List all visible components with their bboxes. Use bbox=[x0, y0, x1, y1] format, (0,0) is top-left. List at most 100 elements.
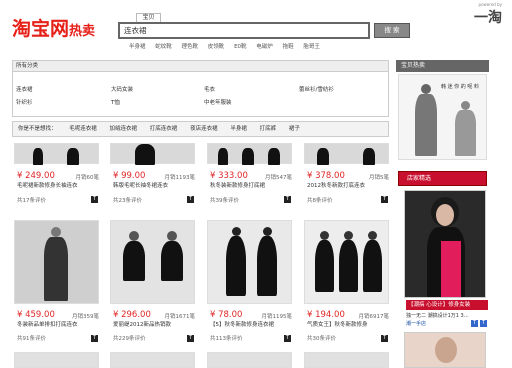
product-image[interactable] bbox=[207, 220, 292, 304]
product-card[interactable]: ¥ 249.00 月销60笔 毛呢裙新款修身长袖连衣 共17条评价 bbox=[17, 171, 99, 204]
hot-word[interactable]: 半身裙 bbox=[129, 44, 146, 50]
hot-word[interactable]: 电磁炉 bbox=[256, 44, 273, 50]
etao-brand[interactable]: powered by 一淘 bbox=[474, 2, 502, 27]
suggestion-link[interactable]: 毛呢连衣裙 bbox=[69, 126, 97, 132]
product-reviews[interactable]: 共39条评价 bbox=[210, 196, 292, 204]
product-price: ¥ 194.00 bbox=[307, 310, 345, 320]
suggestion-link[interactable]: 裙子 bbox=[289, 126, 300, 132]
product-title[interactable]: 【5】秋冬新款修身连衣裙 bbox=[210, 320, 292, 328]
product-image[interactable] bbox=[304, 352, 389, 368]
promo-shop-link[interactable]: 潮一手店 bbox=[406, 320, 426, 327]
sidebar-ad-image[interactable]: 韩 迷 你 的 呢 料 bbox=[398, 74, 487, 160]
hot-word[interactable]: 蛇纹靴 bbox=[155, 44, 172, 50]
product-sales: 月销1671笔 bbox=[164, 314, 196, 320]
taobao-logo[interactable]: 淘宝网热卖 bbox=[12, 14, 95, 41]
cart-icon[interactable]: T bbox=[284, 196, 291, 203]
suggestion-link[interactable]: 打底连衣裙 bbox=[150, 126, 178, 132]
cart-icon[interactable]: T bbox=[91, 196, 98, 203]
category-title: 所有分类 bbox=[13, 61, 388, 72]
sidebar-title: 宝贝热卖 bbox=[396, 60, 489, 72]
product-image[interactable] bbox=[304, 143, 389, 165]
search-button[interactable]: 搜 索 bbox=[374, 23, 410, 38]
hot-word[interactable]: 胎哥王 bbox=[303, 44, 320, 50]
product-title[interactable]: 2012秋冬新款打底连衣 bbox=[307, 181, 389, 189]
product-reviews[interactable]: 共113条评价 bbox=[210, 334, 292, 342]
product-title[interactable]: 韩版毛呢长袖冬裙连衣 bbox=[113, 181, 195, 189]
hot-word[interactable]: 拖鞋 bbox=[283, 44, 294, 50]
product-reviews[interactable]: 共91条评价 bbox=[17, 334, 99, 342]
product-reviews[interactable]: 共23条评价 bbox=[113, 196, 195, 204]
shop-promo-image[interactable] bbox=[404, 190, 486, 298]
product-image[interactable] bbox=[14, 220, 99, 304]
product-price: ¥ 459.00 bbox=[17, 310, 55, 320]
product-price: ¥ 333.00 bbox=[210, 171, 248, 181]
product-image[interactable] bbox=[207, 143, 292, 165]
product-card[interactable]: ¥ 99.00 月销1193笔 韩版毛呢长袖冬裙连衣 共23条评价 bbox=[113, 171, 195, 204]
search-input[interactable]: 连衣裙 bbox=[118, 22, 370, 39]
product-reviews[interactable]: 共229条评价 bbox=[113, 334, 195, 342]
category-item[interactable]: 毛衣 bbox=[204, 85, 215, 93]
product-card[interactable]: ¥ 459.00 月销359笔 冬装新品单排扣打底连衣 共91条评价 bbox=[17, 310, 99, 342]
product-image[interactable] bbox=[110, 352, 195, 368]
product-sales: 月销60笔 bbox=[75, 175, 100, 181]
shop-promo-image[interactable] bbox=[404, 332, 486, 368]
product-card[interactable]: ¥ 78.00 月销1195笔 【5】秋冬新款修身连衣裙 共113条评价 bbox=[210, 310, 292, 342]
product-title[interactable]: 毛呢裙新款修身长袖连衣 bbox=[17, 181, 99, 189]
product-reviews[interactable]: 共30条评价 bbox=[307, 334, 389, 342]
product-sales: 月销6917笔 bbox=[358, 314, 390, 320]
product-image[interactable] bbox=[110, 220, 195, 304]
promo-subtitle[interactable]: 独一无二 潮搞设计1万1 3… bbox=[406, 312, 486, 319]
hot-word[interactable]: E0靴 bbox=[234, 44, 246, 50]
category-item[interactable]: 针织衫 bbox=[16, 98, 33, 106]
category-item[interactable]: T恤 bbox=[111, 98, 120, 106]
product-title[interactable]: 爱丽缇2012新品热销款 bbox=[113, 320, 195, 328]
category-item[interactable]: 大码女装 bbox=[111, 85, 133, 93]
product-card[interactable]: ¥ 194.00 月销6917笔 气质女王】秋冬新款修身 共30条评价 bbox=[307, 310, 389, 342]
suggestion-bar: 你是不是想找： 毛呢连衣裙 加绒连衣裙 打底连衣裙 夜店连衣裙 半身裙 打底裤 … bbox=[12, 121, 389, 137]
product-title[interactable]: 秋冬装新款修身打底裙 bbox=[210, 181, 292, 189]
cart-icon[interactable]: T bbox=[381, 335, 388, 342]
category-item[interactable]: 蕾丝衫/雪纺衫 bbox=[299, 85, 334, 93]
product-price: ¥ 78.00 bbox=[210, 310, 243, 320]
suggestion-link[interactable]: 半身裙 bbox=[230, 126, 247, 132]
product-card[interactable]: ¥ 333.00 月销547笔 秋冬装新款修身打底裙 共39条评价 bbox=[210, 171, 292, 204]
product-image[interactable] bbox=[304, 220, 389, 304]
hot-words: 半身裙 蛇纹靴 理色靴 皮领靴 E0靴 电磁炉 拖鞋 胎哥王 bbox=[129, 42, 328, 50]
cart-icon[interactable]: T bbox=[284, 335, 291, 342]
suggestion-link[interactable]: 打底裤 bbox=[260, 126, 277, 132]
product-image[interactable] bbox=[14, 352, 99, 368]
category-item[interactable]: 中老年服装 bbox=[204, 98, 232, 106]
cart-icon[interactable]: T bbox=[471, 320, 478, 327]
product-title[interactable]: 气质女王】秋冬新款修身 bbox=[307, 320, 389, 328]
hot-word[interactable]: 理色靴 bbox=[182, 44, 199, 50]
cart-icon[interactable]: T bbox=[187, 335, 194, 342]
hot-word[interactable]: 皮领靴 bbox=[208, 44, 225, 50]
cart-icon[interactable]: T bbox=[91, 335, 98, 342]
product-sales: 月销359笔 bbox=[72, 314, 99, 320]
promo-title[interactable]: 【潮搞 心设计】修身女装 bbox=[406, 300, 488, 310]
product-image[interactable] bbox=[110, 143, 195, 165]
cart-icon[interactable]: T bbox=[187, 196, 194, 203]
product-reviews[interactable]: 共8条评价 bbox=[307, 196, 389, 204]
product-sales: 月销547笔 bbox=[265, 175, 292, 181]
product-sales: 月销5笔 bbox=[369, 175, 389, 181]
product-price: ¥ 249.00 bbox=[17, 171, 55, 181]
product-price: ¥ 99.00 bbox=[113, 171, 146, 181]
cart-icon[interactable]: T bbox=[381, 196, 388, 203]
product-sales: 月销1193笔 bbox=[164, 175, 196, 181]
category-item[interactable]: 连衣裙 bbox=[16, 85, 33, 93]
suggestion-link[interactable]: 夜店连衣裙 bbox=[190, 126, 218, 132]
product-card[interactable]: ¥ 296.00 月销1671笔 爱丽缇2012新品热销款 共229条评价 bbox=[113, 310, 195, 342]
cart-icon[interactable]: T bbox=[480, 320, 487, 327]
product-price: ¥ 378.00 bbox=[307, 171, 345, 181]
shop-picks-header: 店家精选 bbox=[398, 171, 487, 186]
suggestion-link[interactable]: 加绒连衣裙 bbox=[110, 126, 138, 132]
product-card[interactable]: ¥ 378.00 月销5笔 2012秋冬新款打底连衣 共8条评价 bbox=[307, 171, 389, 204]
product-image[interactable] bbox=[207, 352, 292, 368]
search-tab-items[interactable]: 宝贝 bbox=[136, 13, 161, 22]
suggestion-label: 你是不是想找： bbox=[18, 126, 57, 132]
product-reviews[interactable]: 共17条评价 bbox=[17, 196, 99, 204]
product-image[interactable] bbox=[14, 143, 99, 165]
product-title[interactable]: 冬装新品单排扣打底连衣 bbox=[17, 320, 99, 328]
brand-name: 一淘 bbox=[474, 10, 502, 26]
